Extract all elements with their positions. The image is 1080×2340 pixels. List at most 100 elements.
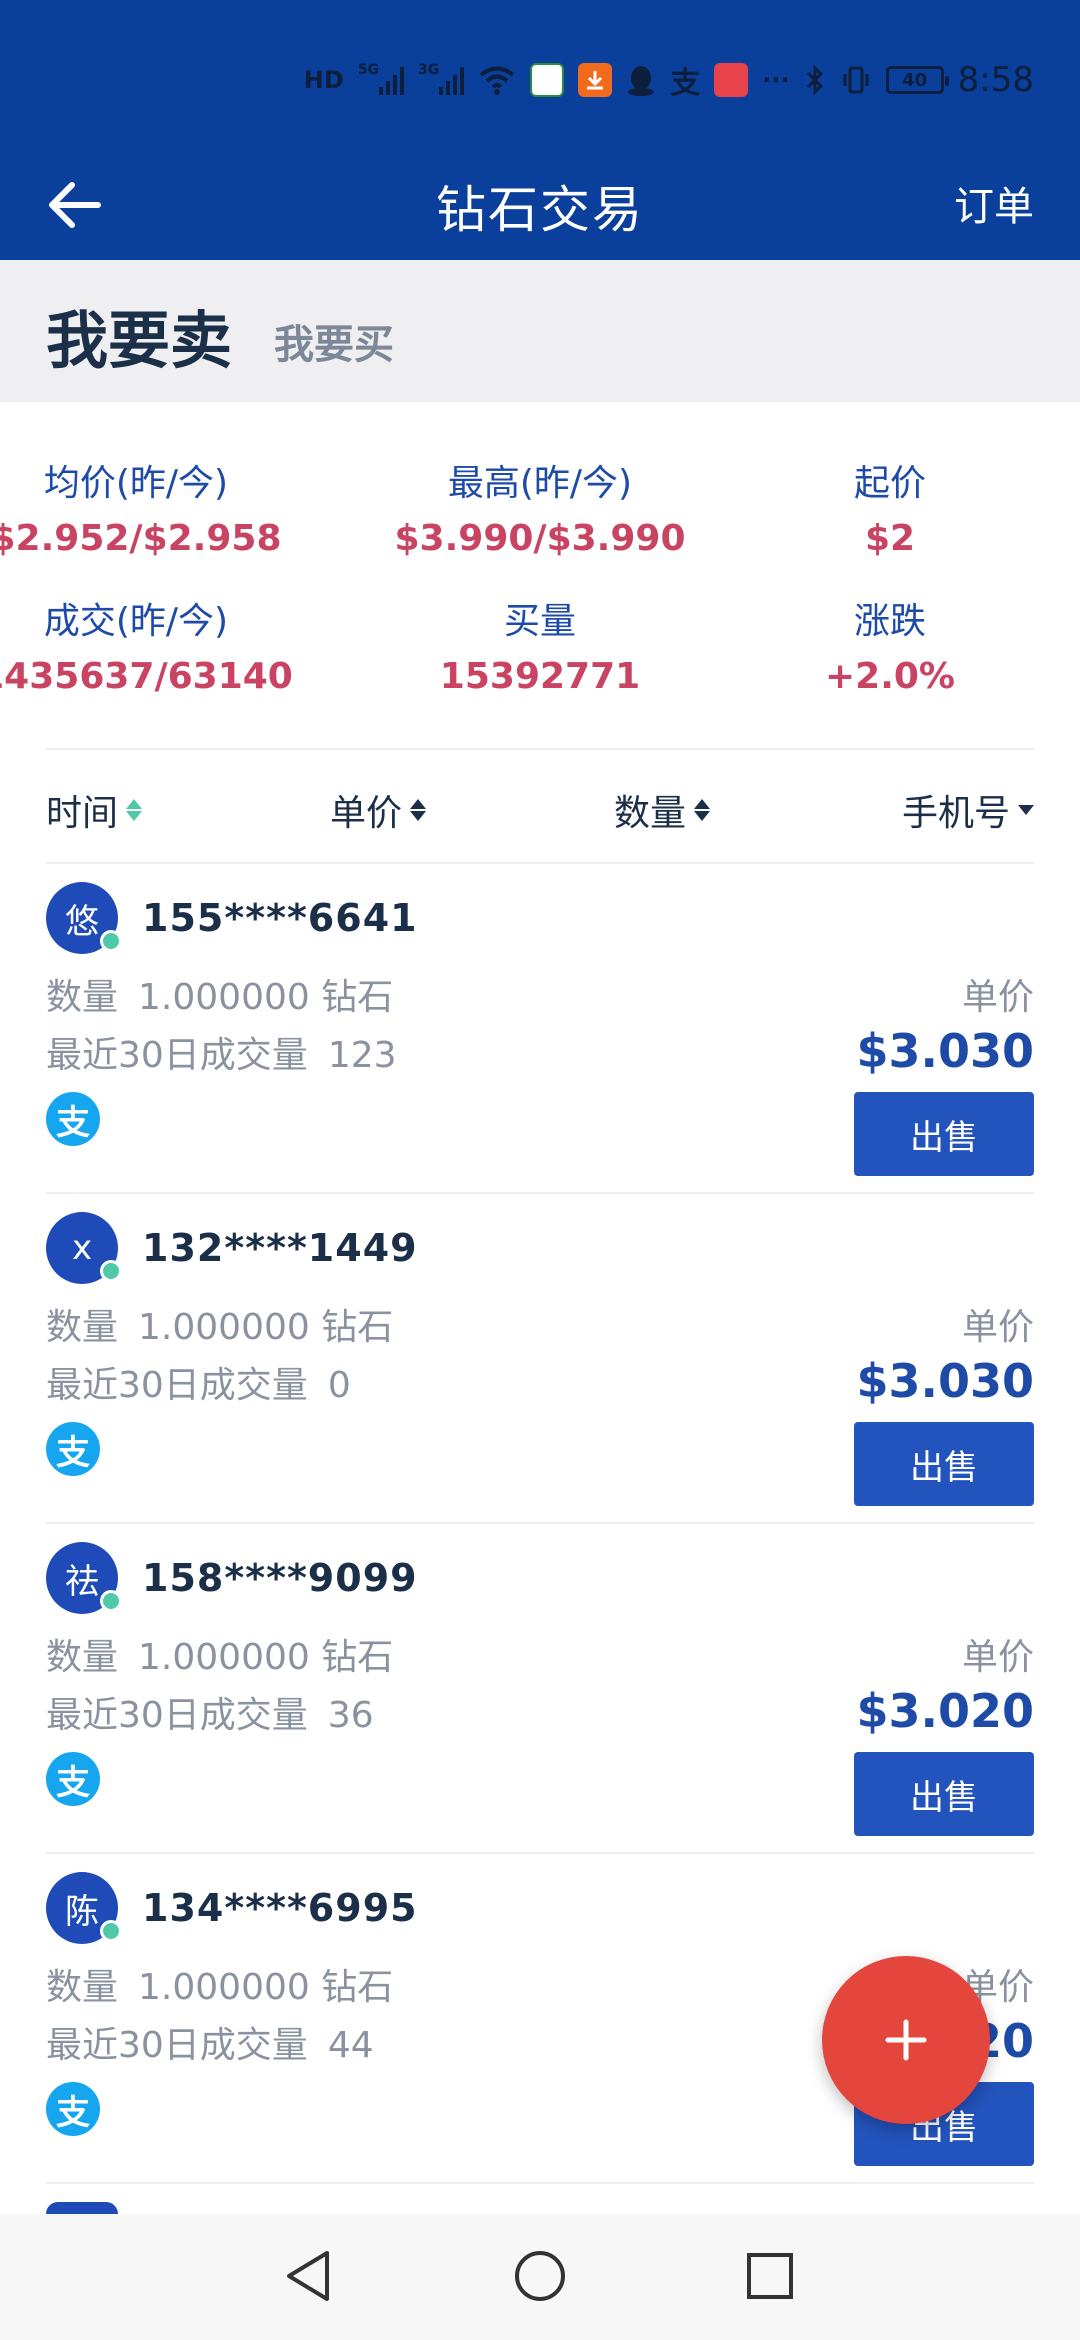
plus-icon	[885, 2019, 927, 2061]
unit-price-label: 单价	[961, 1307, 1034, 1348]
alipay-icon: 支	[46, 1752, 100, 1806]
circle-home-icon	[515, 2251, 565, 2301]
unit-price: $3.030	[856, 1354, 1034, 1408]
nav-back-button[interactable]	[278, 2246, 338, 2306]
online-indicator	[100, 1920, 122, 1942]
alipay-icon: 支	[46, 1422, 100, 1476]
volume-value: 36	[327, 1695, 374, 1736]
tab-buy[interactable]: 我要买	[274, 312, 394, 370]
sort-caret-icon	[126, 799, 143, 821]
unit-price-label: 单价	[961, 977, 1034, 1018]
download-icon	[578, 63, 613, 97]
square-recents-icon	[747, 2253, 793, 2299]
stat-value: 1435637/63140	[0, 656, 293, 697]
stat-value: +2.0%	[824, 656, 955, 697]
app-header: HD 5G 3G 支 ··· 40 8:58 钻石交易 订单	[0, 0, 1080, 260]
seller-phone: 155****6641	[142, 896, 418, 940]
stat-value: $2.952/$2.958	[0, 518, 282, 559]
volume-text: 最近30日成交量 0	[46, 1356, 371, 1408]
volume-value: 0	[327, 1365, 351, 1406]
stat-label: 最高(昨/今)	[447, 463, 633, 504]
signal-3g-label: 3G	[418, 62, 440, 78]
stat-label: 起价	[853, 463, 926, 504]
volume-label: 最近30日成交量	[46, 1035, 308, 1076]
more-icon: ···	[762, 66, 790, 94]
volume-text: 最近30日成交量 44	[46, 2016, 394, 2068]
quantity-value: 1.000000 钻石	[138, 1307, 394, 1348]
hd-icon: HD	[303, 66, 344, 94]
sort-by-unit-price[interactable]: 单价	[330, 784, 427, 836]
stat-volume: 成交(昨/今) 1435637/63140	[0, 592, 316, 697]
stat-start-price: 起价 $2	[710, 454, 1070, 559]
quantity-value: 1.000000 钻石	[138, 1637, 394, 1678]
seller-phone: 158****9099	[142, 1556, 418, 1600]
system-nav-bar	[0, 2214, 1080, 2340]
bluetooth-icon	[806, 64, 823, 96]
status-clock: 8:58	[957, 60, 1034, 100]
sort-caret-icon	[694, 799, 711, 821]
stat-value: $2	[864, 518, 916, 559]
trade-tabs: 我要卖 我要买	[0, 260, 1080, 402]
stat-value: 15392771	[439, 656, 641, 697]
orders-link[interactable]: 订单	[954, 174, 1034, 232]
seller-phone: 134****6995	[142, 1886, 418, 1930]
signal-3g-icon: 3G	[418, 62, 465, 98]
online-indicator	[100, 1590, 122, 1612]
page-title: 钻石交易	[436, 181, 644, 239]
nav-recents-button[interactable]	[740, 2246, 800, 2306]
alipay-icon: 支	[46, 1092, 100, 1146]
online-indicator	[100, 930, 122, 952]
online-indicator	[100, 1260, 122, 1282]
vibrate-icon	[843, 66, 869, 94]
caret-down-icon	[1018, 805, 1034, 815]
sort-by-time[interactable]: 时间	[46, 784, 143, 836]
volume-label: 最近30日成交量	[46, 1695, 308, 1736]
nav-home-button[interactable]	[510, 2246, 570, 2306]
list-item: 祛 158****9099 数量 1.000000 钻石 最近30日成交量 36 支…	[0, 1524, 1080, 1854]
tab-sell[interactable]: 我要卖	[46, 290, 232, 380]
stat-label: 成交(昨/今)	[43, 601, 229, 642]
app-notification-icon	[530, 63, 565, 97]
sort-by-quantity[interactable]: 数量	[614, 784, 711, 836]
volume-value: 44	[327, 2025, 374, 2066]
sell-button[interactable]: 出售	[854, 1752, 1034, 1836]
quantity-text: 数量 1.000000 钻石	[46, 1628, 413, 1680]
stat-value: $3.990/$3.990	[394, 518, 686, 559]
add-listing-button[interactable]	[822, 1956, 990, 2124]
list-item: 悠 155****6641 数量 1.000000 钻石 最近30日成交量 123 …	[0, 864, 1080, 1194]
sell-button[interactable]: 出售	[854, 1092, 1034, 1176]
sort-bar: 时间 单价 数量 手机号	[46, 752, 1034, 862]
alipay-status-icon: 支	[670, 66, 701, 101]
status-bar: HD 5G 3G 支 ··· 40 8:58	[304, 58, 1034, 102]
stat-high-price: 最高(昨/今) $3.990/$3.990	[360, 454, 720, 559]
stat-avg-price: 均价(昨/今) $2.952/$2.958	[0, 454, 316, 559]
volume-text: 最近30日成交量 36	[46, 1686, 394, 1738]
quantity-label: 数量	[46, 1967, 119, 2008]
sort-label: 时间	[46, 793, 119, 834]
sort-caret-icon	[410, 799, 427, 821]
signal-5g-label: 5G	[357, 62, 380, 78]
divider	[46, 748, 1034, 750]
sort-label: 手机号	[901, 793, 1010, 834]
sort-by-phone[interactable]: 手机号	[902, 784, 1034, 836]
volume-text: 最近30日成交量 123	[46, 1026, 417, 1078]
seller-phone: 132****1449	[142, 1226, 418, 1270]
stat-label: 买量	[503, 601, 576, 642]
sort-label: 单价	[330, 793, 403, 834]
wifi-icon	[480, 66, 515, 95]
avatar	[46, 2202, 118, 2214]
stat-label: 均价(昨/今)	[43, 463, 229, 504]
quantity-text: 数量 1.000000 钻石	[46, 1958, 413, 2010]
volume-label: 最近30日成交量	[46, 2025, 308, 2066]
quantity-label: 数量	[46, 1637, 119, 1678]
quantity-label: 数量	[46, 1307, 119, 1348]
quantity-text: 数量 1.000000 钻石	[46, 1298, 413, 1350]
quantity-text: 数量 1.000000 钻石	[46, 968, 413, 1020]
divider	[46, 2182, 1034, 2184]
sell-button[interactable]: 出售	[854, 1422, 1034, 1506]
list-item: x 132****1449 数量 1.000000 钻石 最近30日成交量 0 支 …	[0, 1194, 1080, 1524]
stat-label: 涨跌	[853, 601, 926, 642]
battery-icon: 40	[885, 66, 949, 94]
quantity-value: 1.000000 钻石	[138, 1967, 394, 2008]
unit-price-label: 单价	[961, 1637, 1034, 1678]
